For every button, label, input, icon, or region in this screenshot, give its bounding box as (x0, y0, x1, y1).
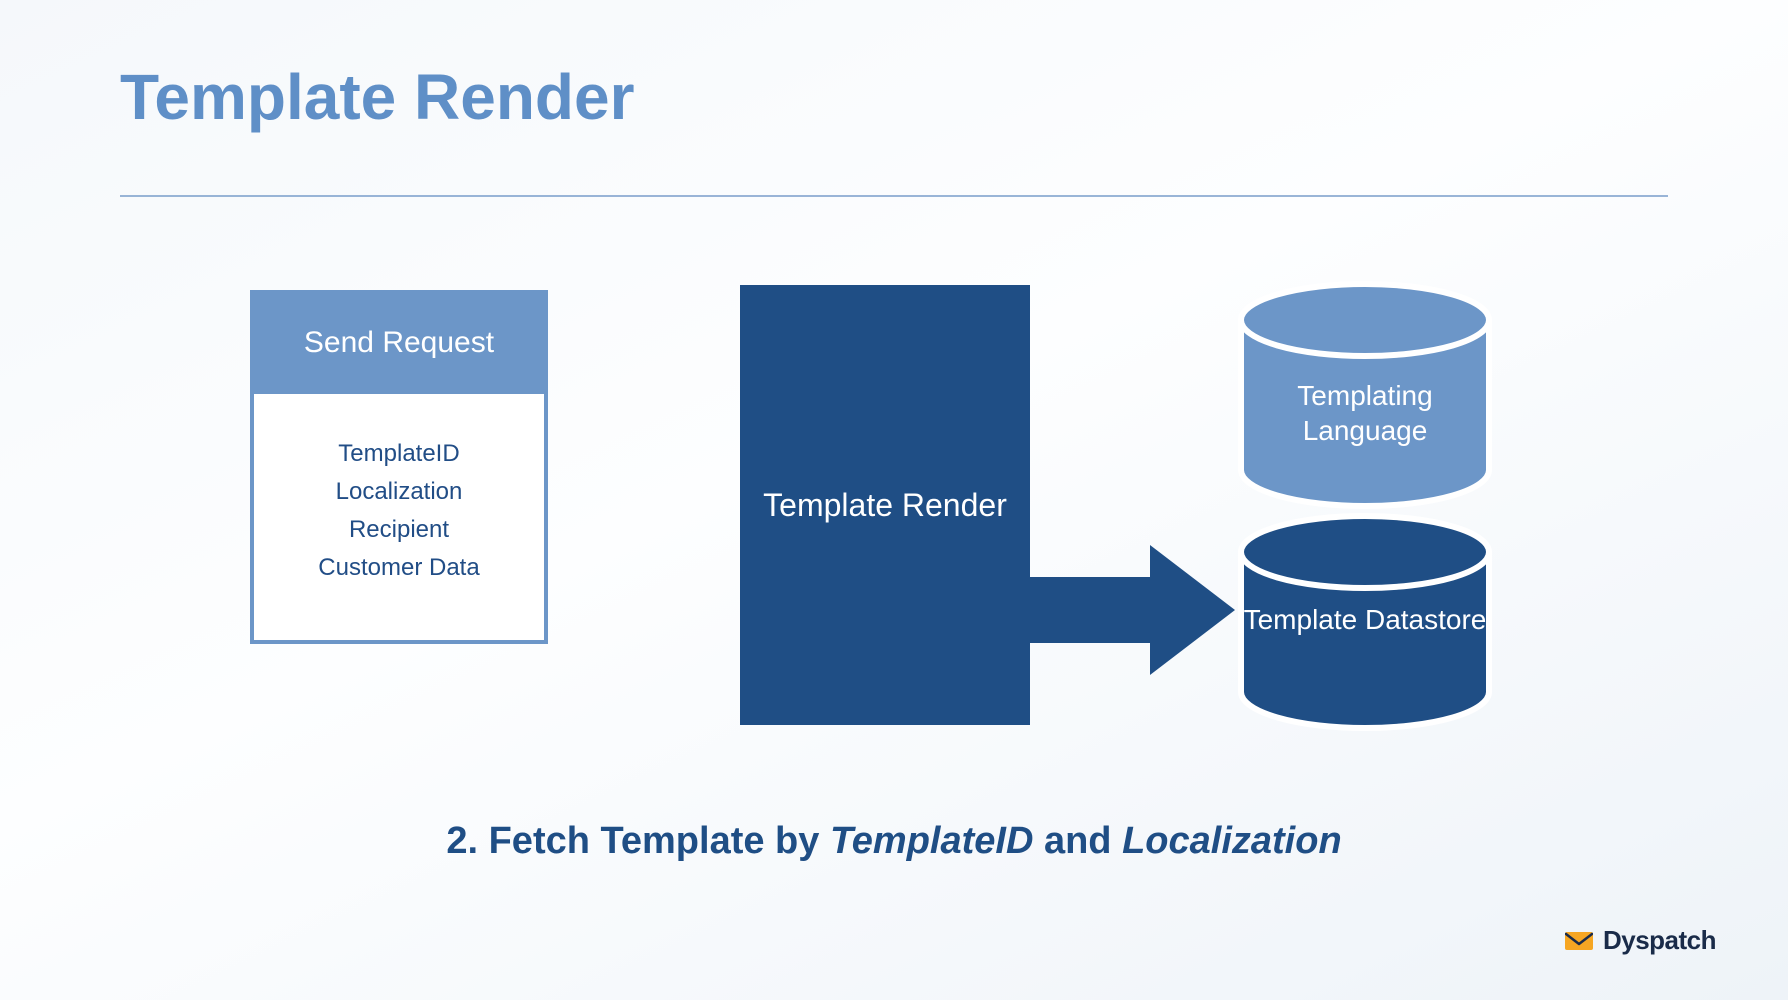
arrow-icon (1030, 545, 1235, 675)
template-render-label: Template Render (763, 487, 1007, 524)
step-caption: 2. Fetch Template by TemplateID and Loca… (0, 820, 1788, 863)
title-divider (120, 195, 1668, 197)
envelope-icon (1565, 930, 1593, 952)
send-request-header: Send Request (254, 294, 544, 394)
send-request-card: Send Request TemplateID Localization Rec… (250, 290, 548, 644)
dyspatch-logo: Dyspatch (1565, 925, 1716, 956)
send-request-field: Recipient (264, 516, 534, 544)
template-datastore-cylinder: Template Datastore (1235, 512, 1495, 732)
send-request-field: Localization (264, 478, 534, 506)
send-request-body: TemplateID Localization Recipient Custom… (254, 394, 544, 640)
slide: Template Render Send Request TemplateID … (0, 0, 1788, 1000)
templating-language-label: Templating Language (1235, 378, 1495, 448)
caption-prefix: 2. Fetch Template by (446, 820, 830, 862)
send-request-field: TemplateID (264, 440, 534, 468)
templating-language-cylinder: Templating Language (1235, 280, 1495, 510)
send-request-field: Customer Data (264, 554, 534, 582)
template-datastore-label: Template Datastore (1235, 602, 1495, 637)
caption-mid: and (1033, 820, 1122, 862)
template-render-block: Template Render (740, 285, 1030, 725)
caption-em-1: TemplateID (830, 820, 1033, 862)
logo-text: Dyspatch (1603, 925, 1716, 956)
slide-title: Template Render (120, 60, 635, 134)
caption-em-2: Localization (1122, 820, 1342, 862)
